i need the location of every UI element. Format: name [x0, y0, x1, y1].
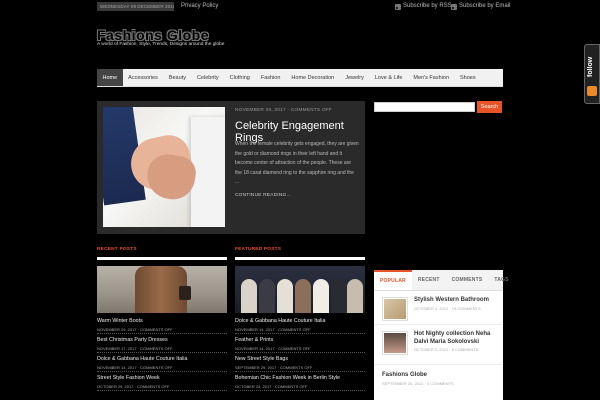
image-person — [331, 279, 347, 313]
nav-item-clothing[interactable]: Clothing — [224, 69, 255, 86]
recent-posts-list: Warm Winter Boots NOVEMBER 29, 2017 · CO… — [97, 316, 227, 392]
post-title[interactable]: Fashions Globe — [382, 372, 503, 380]
post-title[interactable]: Best Christmas Party Dresses — [97, 335, 227, 345]
list-item: Hot Nighty collection Neha Dalvi Maria S… — [374, 325, 503, 365]
featured-post-thumb-image[interactable] — [235, 266, 365, 313]
nav-item-beauty[interactable]: Beauty — [163, 69, 191, 86]
list-item: Warm Winter Boots NOVEMBER 29, 2017 · CO… — [97, 316, 227, 334]
tab-tags[interactable]: TAGS — [488, 270, 514, 290]
post-meta: SEPTEMBER 20, 2012 · 4 COMMENTS — [382, 380, 454, 386]
privacy-policy-link[interactable]: Privacy Policy — [181, 2, 218, 11]
post-meta: NOVEMBER 17, 2017 · COMMENTS OFF — [97, 345, 227, 353]
image-person — [347, 279, 363, 313]
featured-post-excerpt: When the female celebrity gets engaged, … — [235, 141, 359, 185]
nav-item-love-life[interactable]: Love & Life — [369, 69, 408, 86]
post-title[interactable]: Dolce & Gabbana Haute Couture Italia — [235, 316, 365, 326]
list-item: Feather & Prints NOVEMBER 14, 2017 · COM… — [235, 335, 365, 353]
image-bag — [179, 286, 191, 300]
post-meta: NOVEMBER 29, 2017 · COMMENTS OFF — [97, 326, 227, 334]
nav-item-celebrity[interactable]: Celebrity — [191, 69, 224, 86]
post-meta: NOVEMBER 14, 2017 · COMMENTS OFF — [235, 345, 365, 353]
image-person — [295, 279, 311, 313]
post-title[interactable]: Hot Nighty collection Neha Dalvi Maria S… — [414, 331, 498, 346]
list-item: New Street Style Bags SEPTEMBER 29, 2017… — [235, 354, 365, 372]
image-coat — [191, 117, 225, 227]
rss-icon — [395, 3, 401, 10]
featured-post-meta: NOVEMBER 29, 2017 · COMMENTS OFF — [235, 108, 333, 113]
rss-icon — [451, 3, 457, 10]
list-item: Bohemian Chic Fashion Week in Berlin Sty… — [235, 373, 365, 391]
popular-post-thumbnail[interactable] — [382, 331, 408, 355]
image-person — [259, 279, 275, 313]
featured-posts-list: Dolce & Gabbana Haute Couture Italia NOV… — [235, 316, 365, 392]
subscribe-email-label: Subscribe by Email — [459, 3, 511, 9]
list-item: Stylish Western Bathroom OCTOBER 4, 2012… — [374, 291, 503, 325]
rss-icon[interactable] — [587, 86, 597, 96]
list-item: Best Christmas Party Dresses NOVEMBER 17… — [97, 335, 227, 353]
list-item: Fashions Globe SEPTEMBER 20, 2012 · 4 CO… — [374, 365, 503, 387]
subscribe-rss-label: Subscribe by RSS — [403, 3, 452, 9]
post-title[interactable]: Warm Winter Boots — [97, 316, 227, 326]
site-tagline: A world of Fashion, Style, Trends, Desig… — [97, 42, 225, 47]
list-item: Street Style Fashion Week OCTOBER 29, 20… — [97, 373, 227, 391]
post-title[interactable]: Feather & Prints — [235, 335, 365, 345]
post-title[interactable]: Street Style Fashion Week — [97, 373, 227, 383]
featured-post: NOVEMBER 29, 2017 · COMMENTS OFF Celebri… — [97, 101, 365, 234]
tab-comments[interactable]: COMMENTS — [446, 270, 489, 290]
nav-item-shoes[interactable]: Shoes — [455, 69, 482, 86]
popular-post-text: Stylish Western Bathroom OCTOBER 4, 2012… — [414, 297, 498, 312]
image-person — [313, 279, 329, 313]
post-title[interactable]: Stylish Western Bathroom — [414, 297, 498, 305]
post-meta: SEPTEMBER 29, 2017 · COMMENTS OFF — [235, 364, 365, 372]
post-meta: OCTOBER 4, 2012 · 19 COMMENTS — [414, 305, 481, 311]
thumbnail-image — [384, 299, 406, 319]
list-item: Dolce & Gabbana Haute Couture Italia NOV… — [235, 316, 365, 334]
follow-label: follow — [587, 56, 594, 78]
featured-post-image[interactable] — [103, 107, 225, 227]
current-date: WEDNESDAY 09 DECEMBER 2015 — [97, 2, 174, 11]
popular-post-thumbnail[interactable] — [382, 297, 408, 321]
thumbnail-image — [384, 333, 406, 353]
tab-popular[interactable]: POPULAR — [374, 270, 412, 290]
list-item: Dolce & Gabbana Haute Couture Italia NOV… — [97, 354, 227, 372]
post-meta: OCTOBER 2, 2012 · 6 COMMENTS — [414, 347, 479, 352]
widget-tabs: POPULAR RECENT COMMENTS TAGS — [374, 270, 509, 291]
post-meta: NOVEMBER 14, 2017 · COMMENTS OFF — [235, 326, 365, 334]
search-button[interactable]: Search — [477, 101, 502, 113]
nav-item-fashion[interactable]: Fashion — [255, 69, 286, 86]
continue-reading-link[interactable]: CONTINUE READING... — [235, 193, 291, 198]
post-meta: OCTOBER 29, 2017 · COMMENTS OFF — [97, 383, 227, 391]
image-person — [277, 279, 293, 313]
post-meta: OCTOBER 23, 2017 · COMMENTS OFF — [235, 383, 365, 391]
nav-item-home[interactable]: Home — [97, 69, 123, 86]
popular-post-text: Hot Nighty collection Neha Dalvi Maria S… — [414, 331, 498, 353]
tab-recent[interactable]: RECENT — [412, 270, 446, 290]
post-title[interactable]: Dolce & Gabbana Haute Couture Italia — [97, 354, 227, 364]
subscribe-rss-link[interactable]: Subscribe by RSS — [395, 2, 452, 11]
divider — [97, 257, 227, 260]
search-input[interactable] — [374, 102, 475, 112]
image-person — [241, 279, 257, 313]
nav-item-accessories[interactable]: Accessories — [123, 69, 164, 86]
recent-posts-heading: RECENT POSTS — [97, 247, 137, 252]
nav-item-mens-fashion[interactable]: Men's Fashion — [408, 69, 455, 86]
post-title[interactable]: New Street Style Bags — [235, 354, 365, 364]
site-logo[interactable]: Fashions Globe — [97, 27, 209, 43]
post-meta: NOVEMBER 14, 2017 · COMMENTS OFF — [97, 364, 227, 372]
main-navigation: Home Accessories Beauty Celebrity Clothi… — [97, 69, 503, 87]
nav-item-jewelry[interactable]: Jewelry — [340, 69, 370, 86]
tabbed-widget: POPULAR RECENT COMMENTS TAGS Stylish Wes… — [374, 270, 509, 400]
divider — [235, 257, 365, 260]
nav-item-home-decoration[interactable]: Home Decoration — [286, 69, 340, 86]
post-title[interactable]: Bohemian Chic Fashion Week in Berlin Sty… — [235, 373, 365, 383]
featured-posts-heading: FEATURED POSTS — [235, 247, 282, 252]
subscribe-email-link[interactable]: Subscribe by Email — [451, 2, 510, 11]
recent-post-image[interactable] — [97, 266, 227, 313]
